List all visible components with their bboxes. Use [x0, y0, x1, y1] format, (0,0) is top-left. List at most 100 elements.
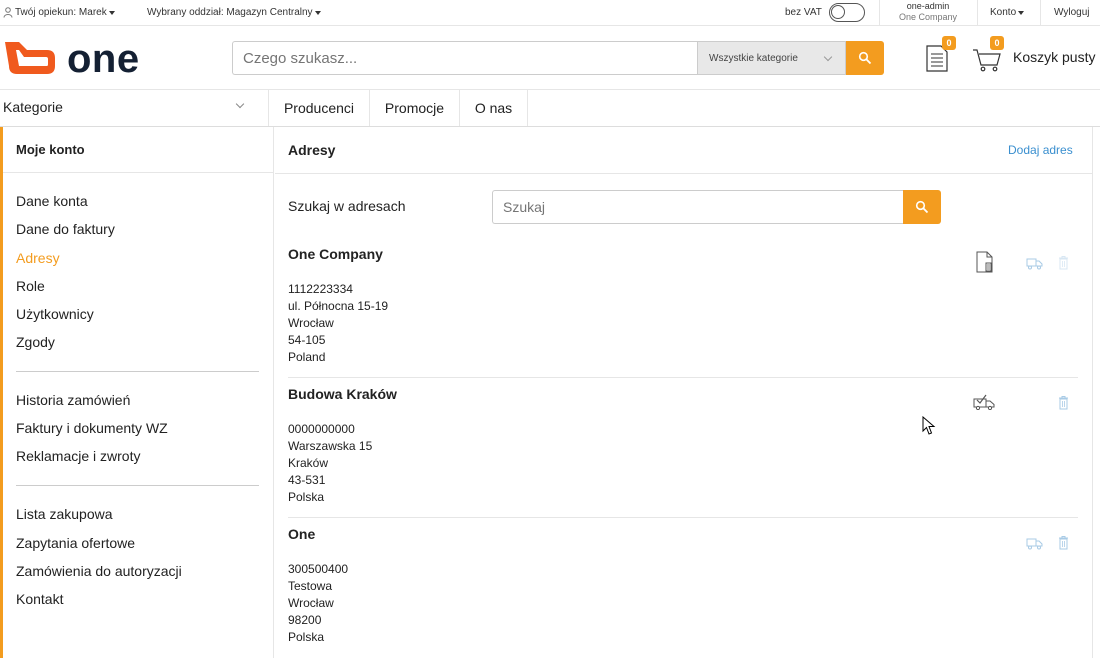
trash-icon[interactable]: [1058, 255, 1069, 270]
address-tax-id: 1112223334: [288, 282, 353, 296]
guardian-dropdown[interactable]: Twój opiekun: Marek: [3, 0, 115, 25]
divider: [977, 0, 978, 25]
sidebar-item-users[interactable]: Użytkownicy: [16, 306, 94, 322]
trash-icon[interactable]: [1058, 395, 1069, 410]
cart-count-badge: 0: [990, 36, 1004, 50]
address-name: One Company: [288, 246, 383, 262]
address-street: ul. Północna 15-19: [288, 299, 389, 313]
search-icon: [858, 51, 872, 65]
address-lines: 1112223334 ul. Północna 15-19 Wrocław 54…: [288, 281, 388, 366]
vat-toggle[interactable]: [829, 3, 865, 22]
mouse-cursor-icon: [922, 416, 936, 435]
sidebar-item-account-data[interactable]: Dane konta: [16, 193, 88, 209]
account-label: Konto: [990, 7, 1017, 18]
nav-item-producers[interactable]: Producenci: [269, 90, 370, 126]
logout-link[interactable]: Wyloguj: [1054, 0, 1089, 25]
address-tax-id: 0000000000: [288, 422, 355, 436]
address-postal-code: 54-105: [288, 333, 326, 347]
guardian-label: Twój opiekun: Marek: [15, 7, 107, 18]
address-city: Wrocław: [288, 596, 334, 610]
sidebar-item-shopping-list[interactable]: Lista zakupowa: [16, 506, 113, 522]
address-lines: 300500400 Testowa Wrocław 98200 Polska: [288, 561, 348, 646]
address-city: Kraków: [288, 456, 329, 470]
address-search-input[interactable]: [492, 190, 904, 224]
divider: [3, 172, 273, 173]
address-name: One: [288, 526, 316, 542]
sidebar-item-consents[interactable]: Zgody: [16, 334, 55, 350]
top-bar: Twój opiekun: Marek Wybrany oddział: Mag…: [0, 0, 1100, 26]
page-title: Adresy: [288, 142, 336, 158]
address-search-button[interactable]: [903, 190, 941, 224]
address-card: One Company 1112223334 ul. Północna 15-1…: [288, 238, 1078, 378]
logo-text: one: [67, 37, 140, 76]
user-company: One Company: [898, 12, 958, 22]
divider: [16, 371, 259, 372]
address-city: Wrocław: [288, 316, 334, 330]
person-icon: [3, 7, 13, 18]
caret-down-icon: [1018, 10, 1025, 15]
address-card: Budowa Kraków 0000000000 Warszawska 15 K…: [288, 378, 1078, 518]
current-user: one-admin One Company: [880, 0, 976, 25]
toggle-knob: [831, 5, 845, 19]
sidebar-item-orders-authorization[interactable]: Zamówienia do autoryzacji: [16, 563, 182, 579]
caret-down-icon: [108, 10, 115, 15]
documents-count-badge: 0: [942, 36, 956, 50]
logo[interactable]: one: [3, 36, 159, 76]
logo-mark-icon: [5, 42, 55, 74]
address-name: Budowa Kraków: [288, 386, 397, 402]
chevron-down-icon: [823, 52, 833, 62]
address-postal-code: 43-531: [288, 473, 326, 487]
sidebar-item-order-history[interactable]: Historia zamówień: [16, 392, 130, 408]
trash-icon[interactable]: [1058, 535, 1069, 550]
address-search-label: Szukaj w adresach: [288, 198, 406, 214]
address-street: Warszawska 15: [288, 439, 373, 453]
divider: [1092, 127, 1093, 658]
default-delivery-truck-icon[interactable]: [973, 394, 995, 410]
account-sidebar: Moje konto Dane konta Dane do faktury Ad…: [0, 127, 274, 658]
category-select[interactable]: Wszystkie kategorie: [697, 41, 846, 75]
main-nav: Kategorie Producenci Promocje O nas: [0, 90, 1100, 127]
address-card: One 300500400 Testowa Wrocław 98200 Pols…: [288, 518, 1078, 658]
divider: [1040, 0, 1041, 25]
header: one Wszystkie kategorie 0 0 Koszyk pusty: [0, 26, 1100, 90]
divider: [16, 485, 259, 486]
nav-categories-label: Kategorie: [3, 99, 63, 115]
cart-label[interactable]: Koszyk pusty: [1013, 49, 1095, 65]
vat-label: bez VAT: [785, 7, 822, 18]
nav-categories[interactable]: Kategorie: [0, 90, 269, 126]
documents-button[interactable]: 0: [924, 36, 956, 72]
caret-down-icon: [314, 10, 321, 15]
cart-button[interactable]: 0: [972, 36, 1006, 72]
user-name: one-admin: [906, 1, 950, 11]
nav-item-promotions[interactable]: Promocje: [370, 90, 460, 126]
delivery-truck-icon[interactable]: [1026, 257, 1043, 270]
address-country: Polska: [288, 630, 325, 644]
delivery-truck-icon[interactable]: [1026, 537, 1043, 550]
address-tax-id: 300500400: [288, 562, 349, 576]
sidebar-item-roles[interactable]: Role: [16, 278, 45, 294]
sidebar-item-invoice-data[interactable]: Dane do faktury: [16, 221, 115, 237]
category-select-label: Wszystkie kategorie: [709, 52, 798, 64]
search-input[interactable]: [232, 41, 698, 75]
address-country: Poland: [288, 350, 326, 364]
account-dropdown[interactable]: Konto: [990, 0, 1025, 25]
branch-label: Wybrany oddział: Magazyn Centralny: [147, 7, 313, 18]
chevron-down-icon: [235, 99, 245, 109]
search-icon: [915, 200, 929, 214]
sidebar-item-quote-requests[interactable]: Zapytania ofertowe: [16, 535, 135, 551]
sidebar-item-addresses[interactable]: Adresy: [16, 250, 60, 266]
sidebar-item-contact[interactable]: Kontakt: [16, 591, 63, 607]
address-street: Testowa: [288, 579, 333, 593]
address-postal-code: 98200: [288, 613, 322, 627]
sidebar-title: Moje konto: [16, 142, 85, 157]
sidebar-item-invoices[interactable]: Faktury i dokumenty WZ: [16, 420, 168, 436]
search-button[interactable]: [846, 41, 884, 75]
divider: [275, 173, 1092, 174]
add-address-link[interactable]: Dodaj adres: [1008, 143, 1073, 157]
nav-item-about[interactable]: O nas: [460, 90, 528, 126]
address-country: Polska: [288, 490, 325, 504]
invoice-address-icon[interactable]: [976, 251, 994, 273]
sidebar-item-complaints[interactable]: Reklamacje i zwroty: [16, 448, 140, 464]
branch-dropdown[interactable]: Wybrany oddział: Magazyn Centralny: [147, 0, 321, 25]
address-lines: 0000000000 Warszawska 15 Kraków 43-531 P…: [288, 421, 372, 506]
